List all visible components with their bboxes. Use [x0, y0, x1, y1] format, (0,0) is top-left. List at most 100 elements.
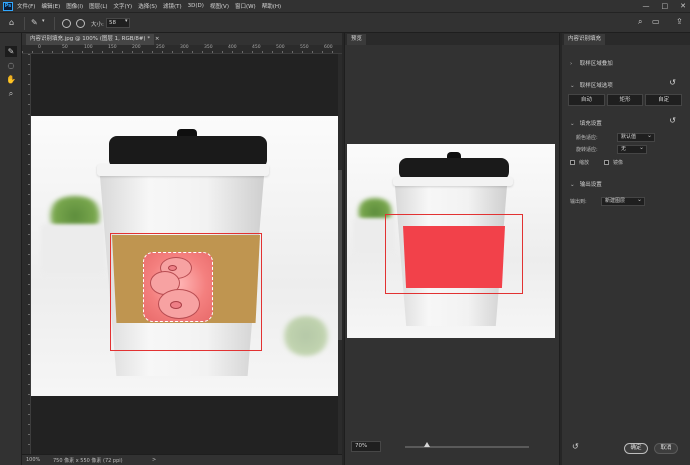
sampling-custom-button[interactable]: 自定 — [645, 94, 683, 106]
home-icon[interactable]: ⌂ — [9, 19, 14, 27]
cup-rim — [393, 177, 513, 186]
cup-rim — [97, 164, 269, 176]
section-output-settings-label: 输出设置 — [579, 182, 602, 188]
status-doc-info: 750 像素 x 550 像素 (72 ppi) — [53, 458, 123, 464]
ruler-mark: 400 — [228, 45, 237, 50]
ruler-mark: 200 — [132, 45, 141, 50]
output-to-label: 输出到: — [570, 199, 587, 205]
ruler-mark: 550 — [300, 45, 309, 50]
ruler-mark: 250 — [156, 45, 165, 50]
preview-selection-rectangle — [385, 214, 523, 294]
menu-filter[interactable]: 滤镜(T) — [163, 2, 182, 10]
section-output-settings[interactable]: ⌄ 输出设置 — [570, 180, 602, 188]
output-to-dropdown[interactable]: 新建图层 — [601, 196, 645, 206]
status-zoom[interactable]: 100% — [26, 457, 40, 463]
preview-tab-bar: 预览 — [345, 33, 559, 45]
sampling-brush-tool-icon[interactable]: ✎ — [5, 46, 17, 57]
maximize-icon[interactable]: □ — [662, 2, 669, 10]
chevron-down-icon: ⌄ — [570, 121, 575, 127]
share-icon[interactable]: ⇪ — [676, 18, 683, 26]
window-controls: — □ ✕ — [643, 0, 687, 12]
menu-view[interactable]: 视图(V) — [210, 2, 229, 10]
status-bar: 100% 750 像素 x 550 像素 (72 ppi) > — [22, 454, 342, 465]
preview-tab[interactable]: 预览 — [347, 34, 367, 45]
menu-help[interactable]: 帮助(H) — [262, 2, 281, 10]
rotation-adaptation-label: 旋转适应: — [576, 147, 598, 153]
section-fill-settings[interactable]: ⌄ 填充设置 — [570, 119, 602, 127]
menu-edit[interactable]: 编辑(E) — [41, 2, 60, 10]
chevron-down-icon: ⌄ — [570, 83, 575, 89]
scale-checkbox[interactable] — [570, 160, 575, 165]
reset-all-icon[interactable]: ↺ — [572, 443, 579, 451]
scale-label: 缩放 — [579, 160, 590, 166]
mirror-label: 镜像 — [613, 160, 624, 166]
photoshop-logo-icon: Ps — [3, 1, 13, 11]
subtract-from-area-icon[interactable] — [76, 19, 85, 28]
reset-icon[interactable]: ↺ — [669, 79, 676, 87]
sampling-auto-button[interactable]: 自动 — [568, 94, 605, 106]
workspace-icon[interactable]: ▭ — [652, 18, 660, 26]
search-icon[interactable]: ⌕ — [638, 18, 642, 26]
ruler-mark: 300 — [180, 45, 189, 50]
cancel-button[interactable]: 取消 — [654, 443, 678, 454]
content-aware-fill-panel: 内容识别填充 › 取样区域叠加 ⌄ 取样区域选项 ↺ 自动 矩形 自定 ⌄ 填充… — [562, 33, 690, 465]
preview-image — [347, 144, 555, 338]
ruler-mark: 150 — [108, 45, 117, 50]
lasso-tool-icon[interactable]: ◌ — [5, 60, 17, 71]
zoom-tool-icon[interactable]: ⌕ — [5, 88, 17, 99]
hand-tool-icon[interactable]: ✋ — [5, 74, 17, 85]
mirror-checkbox[interactable] — [604, 160, 609, 165]
menu-select[interactable]: 选择(S) — [138, 2, 157, 10]
section-sampling-options[interactable]: ⌄ 取样区域选项 — [570, 81, 613, 89]
menu-layer[interactable]: 图层(L) — [89, 2, 107, 10]
ruler-mark: 350 — [204, 45, 213, 50]
menu-window[interactable]: 窗口(W) — [235, 2, 256, 10]
document-tab[interactable]: 内容识别填充.jpg @ 100% (图层 1, RGB/8#) * × — [26, 34, 159, 45]
size-label: 大小: — [91, 22, 104, 28]
section-sampling-options-label: 取样区域选项 — [579, 83, 613, 89]
canvas-area[interactable] — [31, 54, 338, 454]
scrollbar-thumb[interactable] — [338, 170, 342, 340]
close-icon[interactable]: ✕ — [680, 2, 686, 10]
options-divider — [54, 17, 55, 30]
sampling-rectangle-button[interactable]: 矩形 — [606, 94, 644, 106]
vertical-ruler — [22, 54, 31, 454]
properties-tab-bar: 内容识别填充 — [562, 33, 690, 45]
options-bar: ⌂ ✎ ▾ 大小: 58 ▾ ⌕ ▭ ⇪ — [0, 12, 690, 33]
ok-button[interactable]: 确定 — [624, 443, 648, 454]
content-aware-fill-tab[interactable]: 内容识别填充 — [564, 34, 606, 45]
preview-zoom-input[interactable]: 70% — [351, 441, 381, 452]
selection-rectangle[interactable] — [110, 233, 262, 351]
brush-tool-preset-icon[interactable]: ✎ — [31, 19, 38, 27]
add-to-area-icon[interactable] — [62, 19, 71, 28]
reset-icon[interactable]: ↺ — [669, 117, 676, 125]
ruler-mark: 450 — [252, 45, 261, 50]
chevron-right-icon: › — [570, 61, 573, 67]
ruler-mark: 0 — [38, 45, 41, 50]
menu-file[interactable]: 文件(F) — [17, 2, 35, 10]
preview-zoom-slider-thumb[interactable] — [424, 442, 431, 447]
menu-3d[interactable]: 3D(D) — [188, 3, 204, 9]
rotation-adaptation-dropdown[interactable]: 无 — [617, 144, 647, 154]
color-adaptation-dropdown[interactable]: 默认值 — [617, 132, 655, 142]
horizontal-ruler: 0 50 100 150 200 250 300 350 400 450 500… — [22, 45, 342, 54]
menu-bar: Ps 文件(F) 编辑(E) 图像(I) 图层(L) 文字(Y) 选择(S) 滤… — [0, 0, 690, 12]
ruler-mark: 50 — [62, 45, 68, 50]
chevron-down-icon[interactable]: ▾ — [125, 19, 128, 24]
minimize-icon[interactable]: — — [643, 2, 650, 10]
document-image — [31, 116, 338, 396]
chevron-down-icon[interactable]: ▾ — [42, 19, 45, 24]
chevron-down-icon: ⌄ — [570, 182, 575, 188]
color-adaptation-label: 颜色适应: — [576, 135, 598, 141]
section-sampling-overlay-label: 取样区域叠加 — [579, 61, 613, 67]
document-tab-title: 内容识别填充.jpg @ 100% (图层 1, RGB/8#) * — [30, 36, 151, 42]
status-menu-arrow[interactable]: > — [152, 457, 156, 463]
section-sampling-overlay[interactable]: › 取样区域叠加 — [570, 59, 613, 67]
menu-image[interactable]: 图像(I) — [66, 2, 83, 10]
close-tab-icon[interactable]: × — [155, 36, 160, 42]
background-pot — [41, 224, 105, 274]
ruler-mark: 500 — [276, 45, 285, 50]
menu-type[interactable]: 文字(Y) — [114, 2, 133, 10]
ruler-mark: 600 — [324, 45, 333, 50]
ruler-mark: 100 — [84, 45, 93, 50]
